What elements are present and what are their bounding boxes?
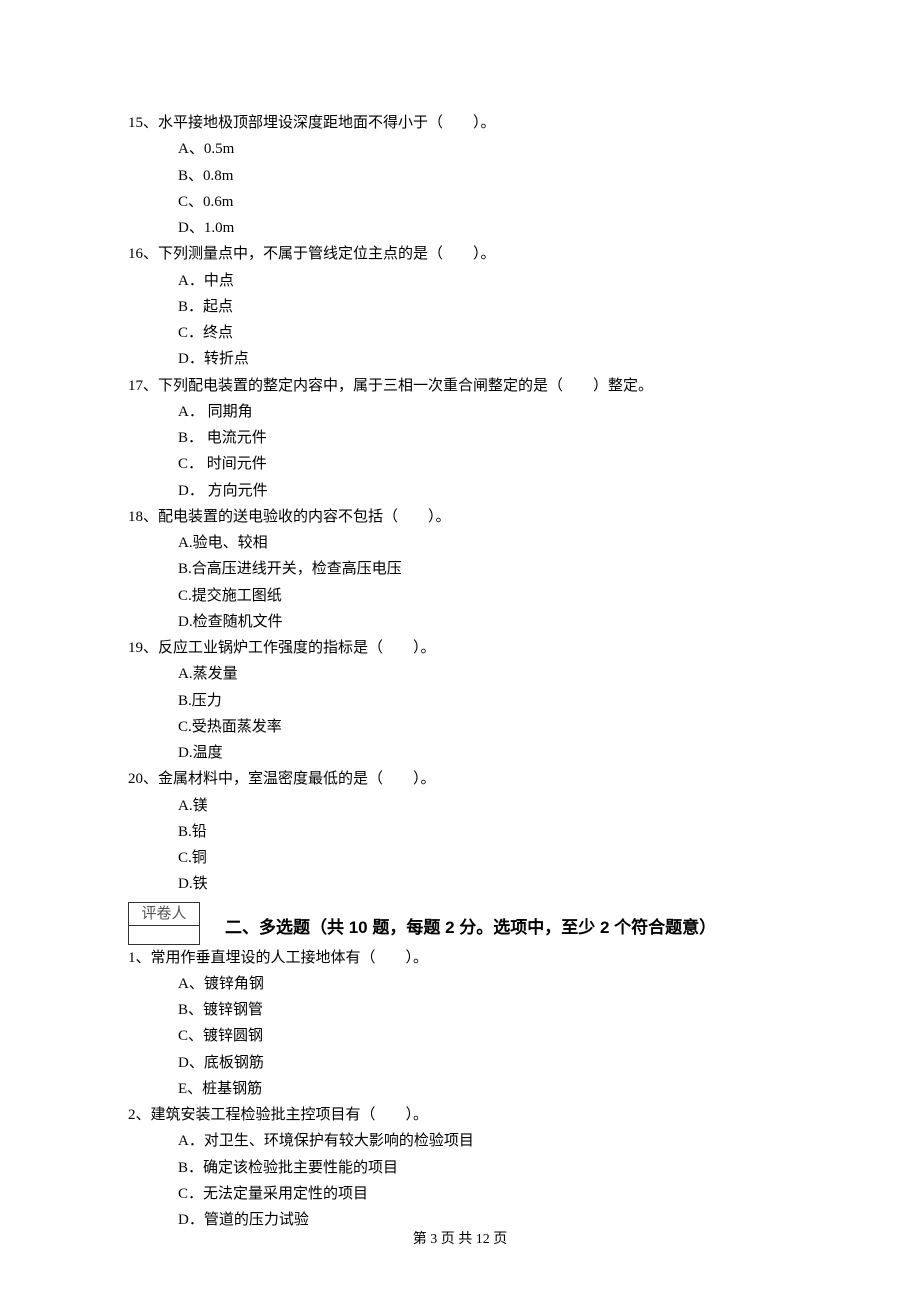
option: B.压力: [178, 688, 800, 714]
option: C.铜: [178, 845, 800, 871]
question: 1、常用作垂直埋设的人工接地体有（ ）。A、镀锌角钢B、镀锌钢管C、镀锌圆钢D、…: [128, 945, 800, 1103]
option-list: A．对卫生、环境保护有较大影响的检验项目B．确定该检验批主要性能的项目C．无法定…: [128, 1128, 800, 1233]
option: D、底板钢筋: [178, 1050, 800, 1076]
option: C.受热面蒸发率: [178, 714, 800, 740]
option: D.铁: [178, 871, 800, 897]
option-list: A． 同期角B． 电流元件C． 时间元件D． 方向元件: [128, 399, 800, 504]
question-stem: 1、常用作垂直埋设的人工接地体有（ ）。: [128, 945, 800, 971]
option: D． 方向元件: [178, 478, 800, 504]
option: C、0.6m: [178, 189, 800, 215]
option: B．确定该检验批主要性能的项目: [178, 1155, 800, 1181]
question: 2、建筑安装工程检验批主控项目有（ ）。A．对卫生、环境保护有较大影响的检验项目…: [128, 1102, 800, 1233]
option: A.镁: [178, 793, 800, 819]
option: A．中点: [178, 268, 800, 294]
option: C、镀锌圆钢: [178, 1023, 800, 1049]
question-stem: 2、建筑安装工程检验批主控项目有（ ）。: [128, 1102, 800, 1128]
page-footer: 第 3 页 共 12 页: [0, 1228, 920, 1253]
option: A.验电、较相: [178, 530, 800, 556]
question-stem: 15、水平接地极顶部埋设深度距地面不得小于（ ）。: [128, 110, 800, 136]
grader-label-cell: 评卷人: [128, 902, 200, 926]
option: C.提交施工图纸: [178, 583, 800, 609]
question: 19、反应工业锅炉工作强度的指标是（ ）。A.蒸发量B.压力C.受热面蒸发率D.…: [128, 635, 800, 766]
question: 17、下列配电装置的整定内容中，属于三相一次重合闸整定的是（ ）整定。A． 同期…: [128, 373, 800, 504]
option-list: A、镀锌角钢B、镀锌钢管C、镀锌圆钢D、底板钢筋E、桩基钢筋: [128, 971, 800, 1102]
option: B、0.8m: [178, 163, 800, 189]
option: D．转折点: [178, 346, 800, 372]
option: B.合高压进线开关，检查高压电压: [178, 556, 800, 582]
grader-blank-cell: [128, 926, 200, 945]
option-list: A、0.5mB、0.8mC、0.6mD、1.0m: [128, 136, 800, 241]
option: A． 同期角: [178, 399, 800, 425]
question-stem: 18、配电装置的送电验收的内容不包括（ ）。: [128, 504, 800, 530]
option-list: A．中点B．起点C．终点D．转折点: [128, 268, 800, 373]
option: A．对卫生、环境保护有较大影响的检验项目: [178, 1128, 800, 1154]
option: B.铅: [178, 819, 800, 845]
option: A.蒸发量: [178, 661, 800, 687]
option-list: A.镁B.铅C.铜D.铁: [128, 793, 800, 898]
question: 18、配电装置的送电验收的内容不包括（ ）。A.验电、较相B.合高压进线开关，检…: [128, 504, 800, 635]
section-title: 二、多选题（共 10 题，每题 2 分。选项中，至少 2 个符合题意）: [225, 913, 716, 945]
question: 20、金属材料中，室温密度最低的是（ ）。A.镁B.铅C.铜D.铁: [128, 766, 800, 897]
option: B．起点: [178, 294, 800, 320]
question-stem: 16、下列测量点中，不属于管线定位主点的是（ ）。: [128, 241, 800, 267]
option: E、桩基钢筋: [178, 1076, 800, 1102]
option-list: A.蒸发量B.压力C.受热面蒸发率D.温度: [128, 661, 800, 766]
option: D.检查随机文件: [178, 609, 800, 635]
question-stem: 20、金属材料中，室温密度最低的是（ ）。: [128, 766, 800, 792]
option: A、0.5m: [178, 136, 800, 162]
question: 16、下列测量点中，不属于管线定位主点的是（ ）。A．中点B．起点C．终点D．转…: [128, 241, 800, 372]
option: C． 时间元件: [178, 451, 800, 477]
option: D、1.0m: [178, 215, 800, 241]
option-list: A.验电、较相B.合高压进线开关，检查高压电压C.提交施工图纸D.检查随机文件: [128, 530, 800, 635]
option: C．终点: [178, 320, 800, 346]
grader-box: 评卷人: [128, 902, 200, 945]
option: C．无法定量采用定性的项目: [178, 1181, 800, 1207]
option: B、镀锌钢管: [178, 997, 800, 1023]
section-header: 评卷人 二、多选题（共 10 题，每题 2 分。选项中，至少 2 个符合题意）: [128, 902, 800, 945]
option: D.温度: [178, 740, 800, 766]
question-stem: 17、下列配电装置的整定内容中，属于三相一次重合闸整定的是（ ）整定。: [128, 373, 800, 399]
option: A、镀锌角钢: [178, 971, 800, 997]
option: B． 电流元件: [178, 425, 800, 451]
question-stem: 19、反应工业锅炉工作强度的指标是（ ）。: [128, 635, 800, 661]
question: 15、水平接地极顶部埋设深度距地面不得小于（ ）。A、0.5mB、0.8mC、0…: [128, 110, 800, 241]
